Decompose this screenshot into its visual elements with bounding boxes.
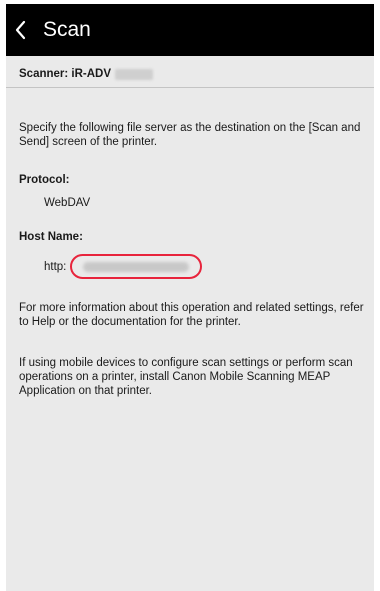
protocol-value: WebDAV xyxy=(44,197,91,209)
host-url-prefix: http: xyxy=(44,260,67,273)
host-name-label: Host Name: xyxy=(19,231,83,243)
host-url-highlight xyxy=(70,254,203,279)
scanner-name-redacted xyxy=(115,68,154,80)
scanner-info: Scanner: iR-ADV xyxy=(19,68,364,80)
chevron-left-icon xyxy=(15,20,26,40)
host-name-row: http: xyxy=(44,254,364,279)
instructions-text: Specify the following file server as the… xyxy=(19,122,361,148)
protocol-label: Protocol: xyxy=(19,174,70,186)
screen: Scan Scanner: iR-ADV Specify the followi… xyxy=(6,4,374,591)
host-url-redacted xyxy=(83,261,190,272)
mobile-info-text: If using mobile devices to configure sca… xyxy=(19,357,353,397)
app-bar: Scan xyxy=(6,4,374,56)
page-title: Scan xyxy=(43,18,91,41)
scanner-label: Scanner: iR-ADV xyxy=(19,68,112,80)
info-text: For more information about this operatio… xyxy=(19,302,364,328)
back-button[interactable] xyxy=(6,4,39,56)
divider xyxy=(6,87,374,88)
main-content: Scanner: iR-ADV Specify the following fi… xyxy=(6,56,374,398)
